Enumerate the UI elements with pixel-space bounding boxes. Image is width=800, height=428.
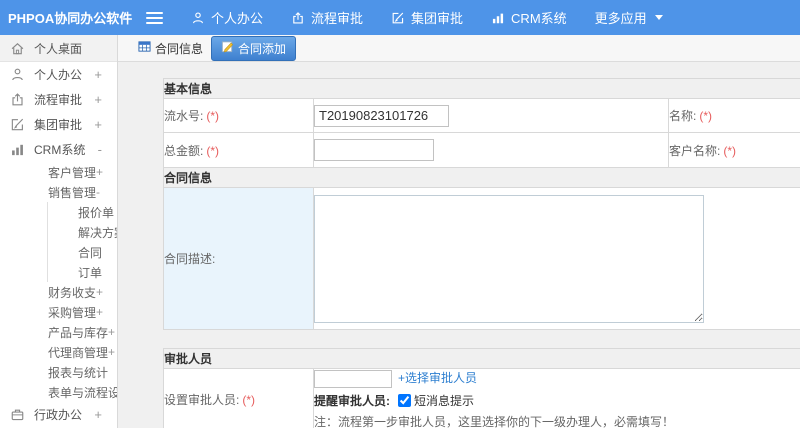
collapse-icon: -	[97, 142, 102, 157]
contract-form-table: 基本信息 流水号:(*) 名称:(*) 总金额:(*)	[162, 78, 800, 330]
sms-remind-checkbox[interactable]	[398, 393, 411, 407]
name-label: 名称: (*)	[668, 98, 800, 133]
total-amount-label: 总金额: (*)	[163, 132, 314, 168]
section-approver: 审批人员	[162, 348, 800, 369]
choose-approver-link[interactable]: +选择审批人员	[398, 371, 477, 385]
sales-submenu: 报价单 解决方案 合同 订单	[47, 202, 117, 282]
edit-icon	[391, 11, 405, 25]
approver-note: 注：流程第一步审批人员，这里选择你的下一级办理人，必需填写！	[314, 414, 675, 428]
pencil-icon	[221, 40, 234, 56]
app-logo: PHPOA协同办公软件	[8, 11, 133, 26]
sidebar-item-agent-mgmt[interactable]: 代理商管理 +	[0, 342, 117, 362]
contract-desc-textarea[interactable]	[314, 194, 704, 323]
contract-desc-label: 合同描述:	[163, 187, 314, 330]
expand-icon: +	[96, 165, 104, 179]
bar-chart-icon	[10, 142, 25, 157]
top-bar: PHPOA协同办公软件 个人办公 流程审批 集团审批 CRM系统 更多应用	[0, 0, 800, 35]
sidebar-item-finance[interactable]: 财务收支 +	[0, 282, 117, 302]
top-nav: 个人办公 流程审批 集团审批 CRM系统 更多应用	[191, 8, 691, 27]
approver-table: 审批人员 设置审批人员: (*) +选择审批人员 提醒审批人员: 短消息提示 注：流…	[162, 348, 800, 428]
total-amount-input[interactable]	[314, 139, 434, 161]
sidebar-item-sales-mgmt[interactable]: 销售管理 -	[0, 182, 117, 202]
expand-icon: +	[96, 305, 104, 319]
expand-icon: +	[108, 325, 116, 339]
sidebar-item-personal-office[interactable]: 个人办公 +	[0, 62, 117, 87]
serial-number-input[interactable]	[314, 104, 449, 127]
expand-icon: +	[96, 285, 104, 299]
sidebar-item-product-inventory[interactable]: 产品与库存 +	[0, 322, 117, 342]
sidebar-item-admin-office[interactable]: 行政办公 +	[0, 402, 117, 427]
sidebar-item-form-flow-settings[interactable]: 表单与流程设置 +	[0, 382, 117, 402]
sidebar-item-contract[interactable]: 合同	[48, 242, 117, 262]
expand-icon: +	[94, 117, 102, 132]
sidebar-item-solution[interactable]: 解决方案	[48, 222, 117, 242]
collapse-icon: -	[96, 185, 101, 199]
sidebar-item-customer-mgmt[interactable]: 客户管理 +	[0, 162, 117, 182]
main-content: 合同信息 合同添加 基本信息 流水号:(*) 名称:	[118, 35, 800, 428]
sidebar: 个人桌面 个人办公 + 流程审批 + 集团审批 + CRM系统 - 客户管理 +	[0, 35, 118, 428]
sidebar-item-crm-system[interactable]: CRM系统 -	[0, 137, 117, 162]
sms-remind-label: 短消息提示	[414, 393, 475, 408]
section-basic-info: 基本信息	[162, 78, 800, 99]
expand-icon: +	[94, 92, 102, 107]
nav-crm-system[interactable]: CRM系统	[491, 8, 567, 27]
edit-icon	[10, 117, 25, 132]
tab-bar: 合同信息 合同添加	[118, 35, 800, 62]
section-contract-info: 合同信息	[162, 167, 800, 188]
tab-contract-add[interactable]: 合同添加	[211, 35, 297, 61]
nav-group-approval[interactable]: 集团审批	[391, 8, 463, 27]
expand-icon: +	[108, 345, 116, 359]
sidebar-item-quotation[interactable]: 报价单	[48, 202, 117, 222]
menu-toggle-icon[interactable]	[146, 9, 163, 27]
expand-icon: +	[94, 407, 102, 422]
sidebar-item-desktop[interactable]: 个人桌面	[0, 35, 117, 62]
table-icon	[138, 40, 151, 56]
upload-icon	[10, 92, 25, 107]
set-approver-label: 设置审批人员: (*)	[163, 368, 314, 428]
serial-number-label: 流水号: (*)	[163, 98, 314, 133]
sidebar-item-workflow-approval[interactable]: 流程审批 +	[0, 87, 117, 112]
sidebar-item-purchase-mgmt[interactable]: 采购管理 +	[0, 302, 117, 322]
nav-more-apps[interactable]: 更多应用	[595, 8, 663, 27]
user-icon	[191, 11, 205, 25]
crm-submenu: 客户管理 + 销售管理 - 报价单 解决方案 合同 订单 财务收支 + 采购管理…	[0, 162, 117, 402]
sidebar-item-group-approval[interactable]: 集团审批 +	[0, 112, 117, 137]
sidebar-item-reports-stats[interactable]: 报表与统计	[0, 362, 117, 382]
bar-chart-icon	[491, 11, 505, 25]
nav-personal-office[interactable]: 个人办公	[191, 8, 263, 27]
nav-workflow-approval[interactable]: 流程审批	[291, 8, 363, 27]
upload-icon	[291, 11, 305, 25]
caret-down-icon	[654, 15, 663, 20]
tab-contract-info[interactable]: 合同信息	[138, 40, 203, 57]
contract-add-form: 基本信息 流水号:(*) 名称:(*) 总金额:(*)	[118, 62, 800, 428]
customer-name-label: 客户名称: (*)	[668, 132, 800, 168]
expand-icon: +	[94, 67, 102, 82]
sidebar-item-order[interactable]: 订单	[48, 262, 117, 282]
approver-input[interactable]	[314, 369, 392, 388]
user-icon	[10, 67, 25, 82]
remind-approver-label: 提醒审批人员:	[314, 393, 390, 408]
briefcase-icon	[10, 407, 25, 422]
home-icon	[10, 41, 25, 56]
